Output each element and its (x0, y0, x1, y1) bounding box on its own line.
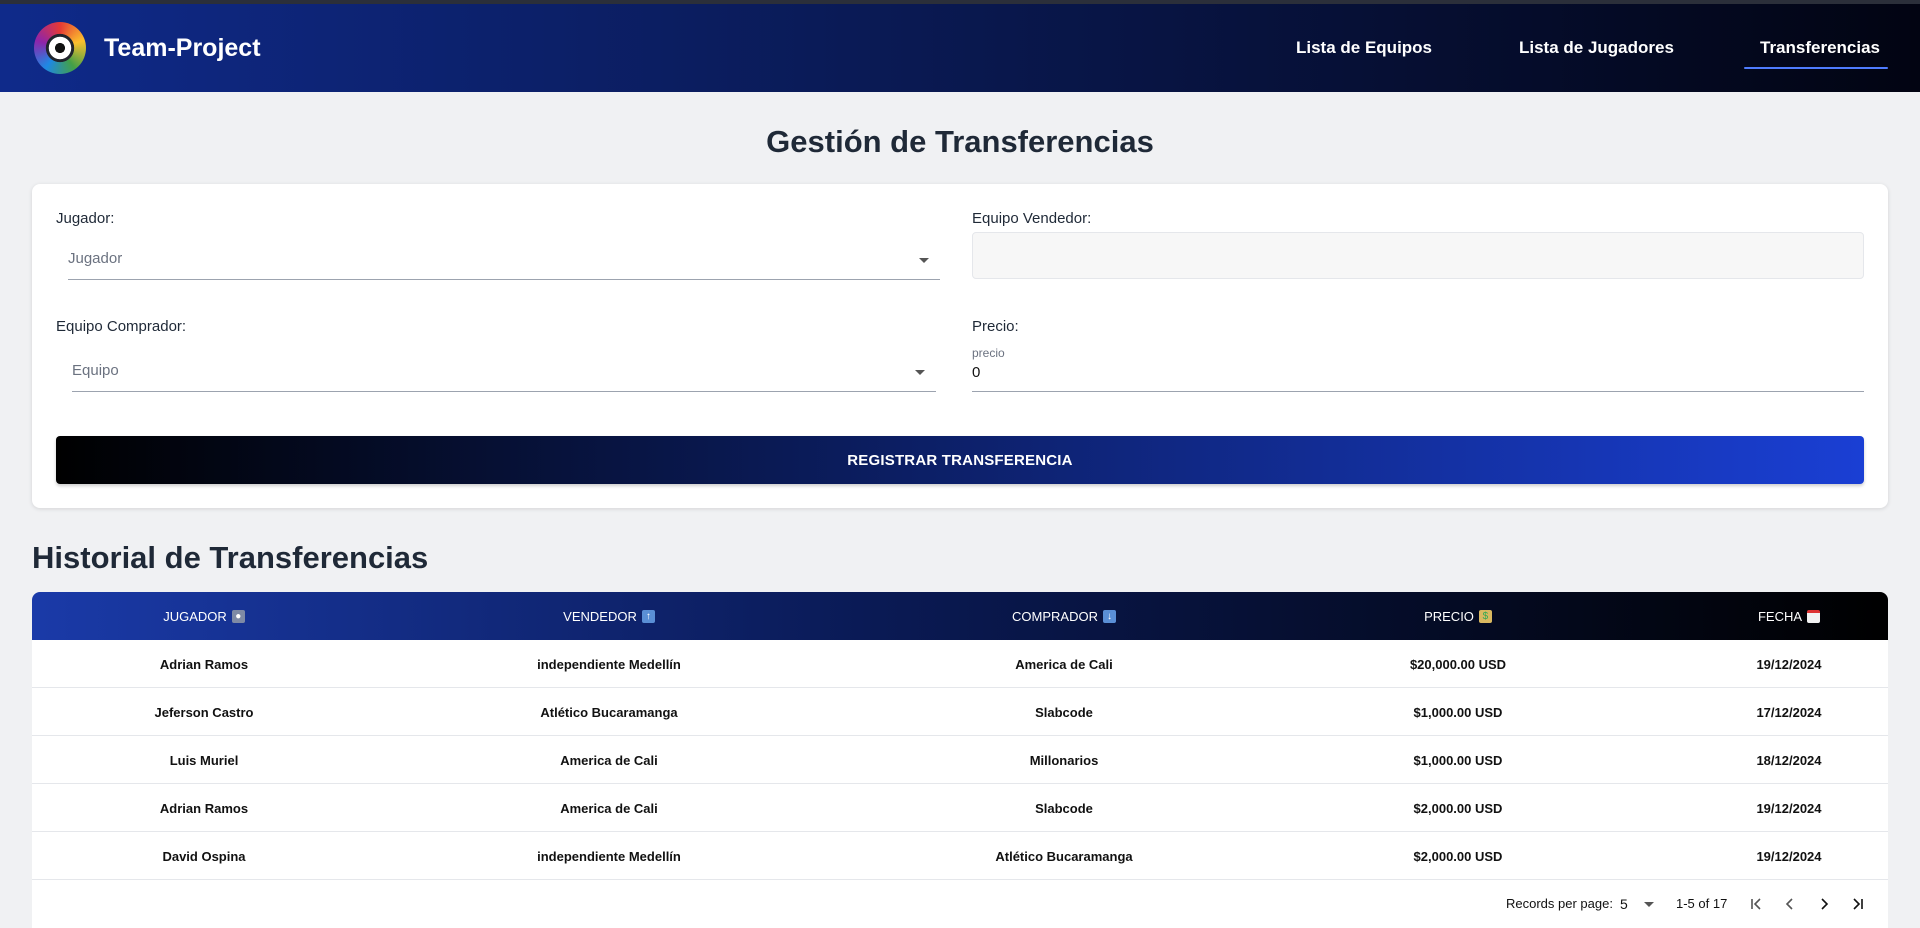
chevron-left-icon (1785, 898, 1793, 910)
user-icon: ● (231, 609, 245, 623)
previous-page-button[interactable] (1778, 892, 1802, 916)
nav-link-jugadores[interactable]: Lista de Jugadores (1519, 38, 1674, 58)
precio-underline (972, 391, 1864, 392)
records-per-page-select[interactable]: 5 (1620, 890, 1660, 918)
page-range: 1-5 of 17 (1676, 896, 1728, 911)
cell-precio: $1,000.00 USD (1413, 704, 1503, 720)
table-row[interactable]: David Ospina independiente Medellín Atlé… (32, 832, 1888, 880)
comprador-select[interactable]: Equipo (72, 346, 936, 392)
last-page-button[interactable] (1846, 892, 1870, 916)
cell-comprador: Millonarios (1029, 752, 1099, 768)
cell-comprador: Slabcode (1035, 704, 1093, 720)
comprador-label: Equipo Comprador: (56, 318, 187, 335)
active-nav-indicator (1744, 67, 1888, 69)
precio-value: 0 (972, 364, 981, 381)
cell-vendedor: independiente Medellín (537, 656, 681, 672)
next-page-button[interactable] (1812, 892, 1836, 916)
cell-vendedor: America de Cali (560, 752, 658, 768)
cell-vendedor: America de Cali (560, 800, 658, 816)
nav-link-transferencias[interactable]: Transferencias (1760, 38, 1880, 58)
cell-precio: $2,000.00 USD (1413, 800, 1503, 816)
cell-fecha: 17/12/2024 (1756, 704, 1822, 720)
jugador-select[interactable]: Jugador (68, 234, 940, 280)
first-page-button[interactable] (1744, 892, 1768, 916)
cell-jugador: Jeferson Castro (154, 704, 254, 720)
vendedor-field (972, 232, 1864, 279)
column-header-fecha[interactable]: FECHA (1630, 592, 1888, 640)
jugador-select-placeholder: Jugador (68, 250, 123, 267)
chevron-right-icon (1821, 898, 1829, 910)
cell-vendedor: independiente Medellín (537, 848, 681, 864)
table-row[interactable]: Jeferson Castro Atlético Bucaramanga Sla… (32, 688, 1888, 736)
soccer-ball-logo-icon (34, 22, 86, 74)
cell-fecha: 19/12/2024 (1756, 656, 1822, 672)
brand-name[interactable]: Team-Project (104, 34, 261, 63)
cell-precio: $2,000.00 USD (1413, 848, 1503, 864)
table-row[interactable]: Adrian Ramos independiente Medellín Amer… (32, 640, 1888, 688)
download-icon: ↓ (1102, 609, 1116, 623)
comprador-select-placeholder: Equipo (72, 362, 119, 379)
chevron-down-icon (915, 370, 925, 375)
records-per-page-label: Records per page: (1506, 896, 1613, 911)
table-header: JUGADOR ● VENDEDOR ↑ COMPRADOR ↓ PRECIO … (32, 592, 1888, 640)
chevron-down-icon (919, 258, 929, 263)
cell-fecha: 19/12/2024 (1756, 800, 1822, 816)
precio-label: Precio: (972, 318, 1019, 335)
cell-jugador: Adrian Ramos (159, 800, 249, 816)
cell-vendedor: Atlético Bucaramanga (540, 704, 678, 720)
records-per-page-value: 5 (1620, 896, 1628, 912)
pagination-bar: Records per page: 5 1-5 of 17 (32, 880, 1888, 928)
cell-fecha: 19/12/2024 (1756, 848, 1822, 864)
table-row[interactable]: Adrian Ramos America de Cali Slabcode $2… (32, 784, 1888, 832)
chevron-down-icon (1644, 902, 1654, 907)
cell-jugador: Luis Muriel (169, 752, 239, 768)
cell-jugador: Adrian Ramos (159, 656, 249, 672)
vendedor-label: Equipo Vendedor: (972, 210, 1092, 227)
transfer-form-card: Jugador: Jugador Equipo Vendedor: Equipo… (32, 184, 1888, 508)
money-icon: $ (1478, 609, 1492, 623)
precio-input[interactable]: precio 0 (972, 344, 1864, 392)
table-row[interactable]: Luis Muriel America de Cali Millonarios … (32, 736, 1888, 784)
nav-link-equipos[interactable]: Lista de Equipos (1296, 38, 1432, 58)
column-header-comprador[interactable]: COMPRADOR ↓ (842, 592, 1286, 640)
cell-jugador: David Ospina (162, 848, 246, 864)
calendar-icon (1807, 609, 1821, 623)
jugador-select-underline (68, 279, 940, 280)
precio-field-label: precio (972, 346, 1005, 360)
column-header-jugador[interactable]: JUGADOR ● (32, 592, 376, 640)
history-title: Historial de Transferencias (32, 540, 429, 575)
comprador-select-underline (72, 391, 936, 392)
cell-precio: $1,000.00 USD (1413, 752, 1503, 768)
transfers-table: JUGADOR ● VENDEDOR ↑ COMPRADOR ↓ PRECIO … (32, 592, 1888, 928)
registrar-transferencia-button[interactable]: REGISTRAR TRANSFERENCIA (56, 436, 1864, 484)
cell-fecha: 18/12/2024 (1756, 752, 1822, 768)
column-header-precio[interactable]: PRECIO $ (1286, 592, 1630, 640)
cell-comprador: Atlético Bucaramanga (995, 848, 1133, 864)
column-header-vendedor[interactable]: VENDEDOR ↑ (376, 592, 842, 640)
navbar: Team-Project Lista de Equipos Lista de J… (0, 4, 1920, 92)
cell-precio: $20,000.00 USD (1409, 656, 1507, 672)
upload-icon: ↑ (641, 609, 655, 623)
last-page-icon (1853, 898, 1863, 910)
page-title: Gestión de Transferencias (766, 124, 1154, 159)
cell-comprador: Slabcode (1035, 800, 1093, 816)
cell-comprador: America de Cali (1015, 656, 1113, 672)
first-page-icon (1751, 898, 1761, 910)
jugador-label: Jugador: (56, 210, 115, 227)
